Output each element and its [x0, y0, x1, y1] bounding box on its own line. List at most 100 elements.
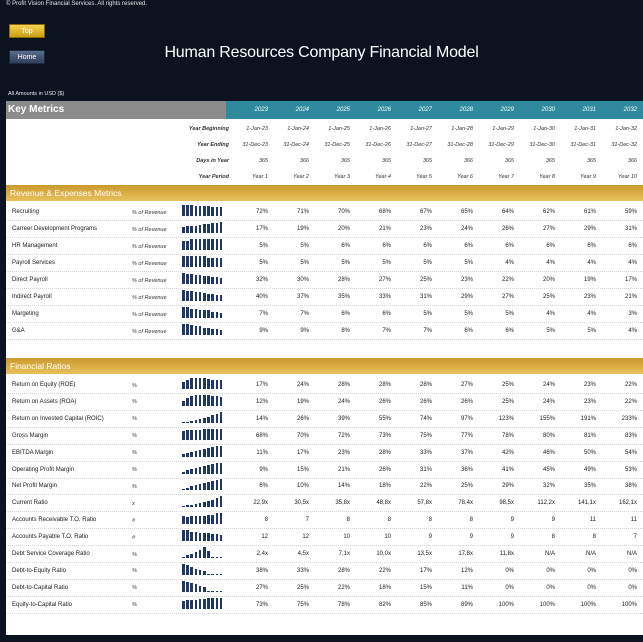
- metric-value-cell: 19%: [296, 398, 309, 405]
- metric-label: Direct Payroll: [12, 277, 48, 283]
- metric-value-cell: 123%: [498, 415, 514, 422]
- sparkline-bar: [186, 453, 189, 457]
- sparkline-bar: [215, 597, 219, 609]
- sparkline-bar: [203, 310, 206, 318]
- metric-value-cell: 9: [551, 517, 555, 524]
- metric-value-cell: 11,8x: [499, 551, 514, 557]
- top-button[interactable]: Top: [9, 24, 45, 38]
- sparkline-bar: [207, 258, 210, 267]
- row-separator: [6, 460, 643, 462]
- sparkline-bar: [186, 555, 189, 558]
- meta-row-value: Year 2: [293, 174, 309, 180]
- metric-value-cell: 6%: [464, 243, 473, 249]
- metric-value-cell: 45%: [542, 466, 555, 473]
- sparkline-chart: [182, 378, 226, 389]
- metric-value-cell: 25%: [501, 382, 514, 388]
- sparkline-bar: [211, 258, 214, 267]
- sparkline-chart: [182, 530, 226, 542]
- sparkline-bar: [219, 597, 223, 609]
- metric-value-cell: 24%: [337, 398, 350, 405]
- app-window: © Profit Vision Financial Services. All …: [0, 0, 643, 642]
- metric-value-cell: 28%: [378, 382, 391, 388]
- meta-row-value: 366: [627, 158, 637, 164]
- meta-row-value: 1-Jan-31: [574, 126, 596, 132]
- sparkline-bar: [215, 557, 219, 558]
- sparkline-bar: [190, 600, 193, 609]
- metric-value-cell: 74%: [419, 415, 432, 422]
- metric-value-cell: 24%: [460, 226, 473, 232]
- sparkline-bar: [182, 324, 185, 335]
- metric-value-cell: 4%: [587, 311, 596, 317]
- sparkline-bar: [194, 584, 198, 592]
- metric-value-cell: 19%: [296, 226, 309, 232]
- sparkline-bar: [194, 394, 198, 406]
- metric-unit: %: [132, 483, 137, 490]
- sparkline-bar: [182, 226, 185, 233]
- metric-unit: % of Revenue: [132, 260, 167, 267]
- metric-value-cell: N/A: [585, 551, 596, 557]
- sparkline-chart: [182, 428, 226, 440]
- metric-value-cell: 9%: [259, 328, 268, 334]
- metric-value-cell: 11%: [256, 449, 268, 456]
- metric-value-cell: 27%: [460, 382, 473, 388]
- sparkline-bar: [215, 573, 219, 575]
- sparkline-bar: [198, 419, 202, 423]
- sparkline-bar: [215, 328, 219, 335]
- meta-row-value: 365: [504, 158, 514, 164]
- metric-value-cell: 24%: [296, 382, 309, 388]
- meta-row-value: 1-Jan-32: [615, 126, 637, 132]
- meta-row-value: 31-Dec-26: [365, 142, 391, 148]
- metric-value-cell: 5%: [259, 243, 268, 249]
- metric-unit: %: [132, 399, 137, 406]
- metric-value-cell: 68%: [378, 209, 391, 215]
- metric-value-cell: 7%: [382, 328, 391, 334]
- meta-row-value: 1-Jan-26: [369, 126, 391, 132]
- sparkline-bar: [186, 565, 189, 575]
- sparkline-bar: [190, 469, 193, 474]
- metric-value-cell: 4%: [546, 311, 555, 317]
- metric-label: Current Ratio: [12, 500, 48, 507]
- metric-label: Carreer Development Programs: [12, 226, 98, 232]
- sparkline-bar: [215, 480, 219, 491]
- sparkline-chart: [182, 580, 226, 592]
- sparkline-bar: [182, 530, 185, 542]
- metric-value-cell: 5%: [505, 311, 514, 317]
- sparkline-bar: [215, 277, 219, 284]
- metric-unit: x: [132, 500, 135, 507]
- sparkline-bar: [219, 479, 223, 491]
- metric-label: Return on Equity (ROE): [12, 382, 76, 388]
- year-header-cell: 2023: [254, 107, 268, 113]
- meta-row-value: 1-Jan-24: [287, 126, 309, 132]
- metric-value-cell: 9: [510, 534, 514, 541]
- metric-value-cell: 32%: [255, 277, 268, 283]
- metric-value-cell: N/A: [626, 551, 637, 557]
- sparkline-bar: [215, 513, 219, 525]
- metric-value-cell: 53%: [624, 466, 637, 473]
- metric-value-cell: 10,0x: [376, 551, 391, 557]
- metric-value-cell: 6%: [423, 243, 432, 249]
- sparkline-bar: [219, 207, 223, 216]
- sparkline-bar: [198, 585, 202, 592]
- sparkline-bar: [207, 532, 210, 542]
- meta-row-value: Year 1: [252, 174, 268, 180]
- meta-row-value: 1-Jan-25: [328, 126, 350, 132]
- metric-value-cell: 14%: [337, 483, 350, 490]
- metric-label: HR Management: [12, 243, 58, 249]
- meta-row-value: Year 8: [539, 174, 555, 180]
- metric-value-cell: 72%: [255, 209, 268, 215]
- sparkline-bar: [203, 429, 206, 440]
- metric-value-cell: 26%: [378, 466, 391, 473]
- metric-value-cell: 65%: [460, 209, 473, 215]
- sparkline-chart: [182, 462, 226, 474]
- metric-value-cell: 5%: [382, 260, 391, 266]
- sparkline-bar: [186, 421, 189, 423]
- metric-value-cell: 4%: [587, 260, 596, 266]
- metric-value-cell: 22,9x: [253, 500, 268, 507]
- metric-value-cell: 100%: [580, 601, 596, 608]
- sparkline-bar: [182, 256, 185, 267]
- row-separator: [6, 322, 643, 323]
- sparkline-bar: [190, 516, 193, 525]
- sparkline-bar: [211, 328, 214, 335]
- sparkline-bar: [182, 240, 185, 250]
- meta-row-value: 365: [586, 158, 596, 164]
